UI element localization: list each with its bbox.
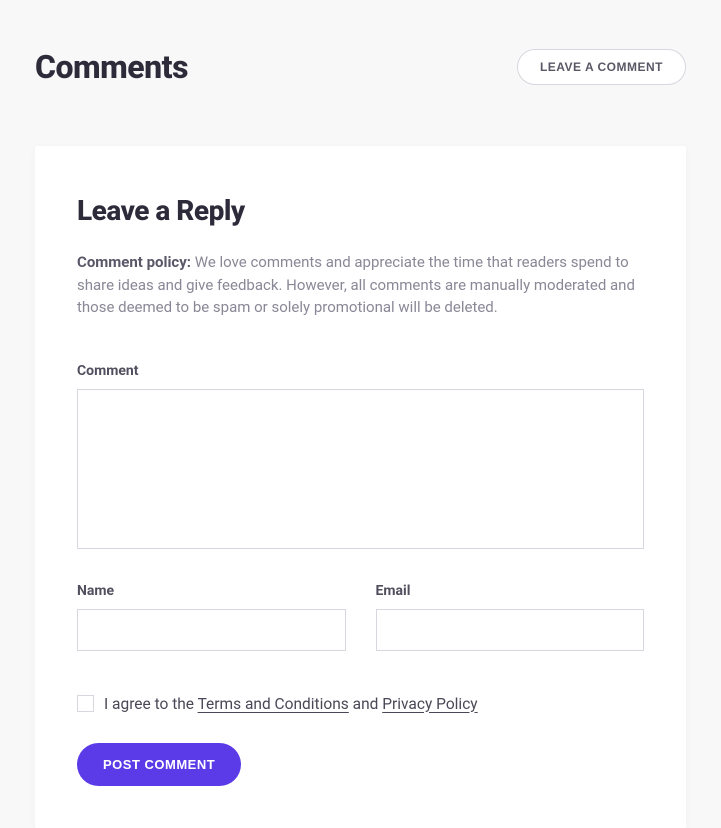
header-row: Comments LEAVE A COMMENT: [0, 0, 721, 86]
post-comment-button[interactable]: POST COMMENT: [77, 743, 241, 786]
page-container: Comments LEAVE A COMMENT Leave a Reply C…: [0, 0, 721, 828]
comments-title: Comments: [35, 48, 188, 86]
name-email-row: Name Email: [77, 583, 644, 651]
agree-text: I agree to the Terms and Conditions and …: [104, 695, 478, 713]
email-input[interactable]: [376, 609, 645, 651]
agree-row: I agree to the Terms and Conditions and …: [77, 695, 644, 713]
comment-textarea[interactable]: [77, 389, 644, 549]
comment-label: Comment: [77, 363, 644, 379]
name-input[interactable]: [77, 609, 346, 651]
name-label: Name: [77, 583, 346, 599]
leave-comment-button[interactable]: LEAVE A COMMENT: [517, 49, 686, 85]
agree-prefix: I agree to the: [104, 695, 198, 713]
email-col: Email: [376, 583, 645, 651]
privacy-link[interactable]: Privacy Policy: [382, 695, 477, 713]
agree-middle: and: [349, 695, 382, 713]
name-col: Name: [77, 583, 346, 651]
agree-checkbox[interactable]: [77, 695, 94, 712]
email-label: Email: [376, 583, 645, 599]
policy-label: Comment policy:: [77, 253, 191, 271]
reply-title: Leave a Reply: [77, 194, 644, 227]
terms-link[interactable]: Terms and Conditions: [198, 695, 349, 713]
policy-text: Comment policy: We love comments and app…: [77, 251, 644, 319]
reply-card: Leave a Reply Comment policy: We love co…: [35, 146, 686, 828]
